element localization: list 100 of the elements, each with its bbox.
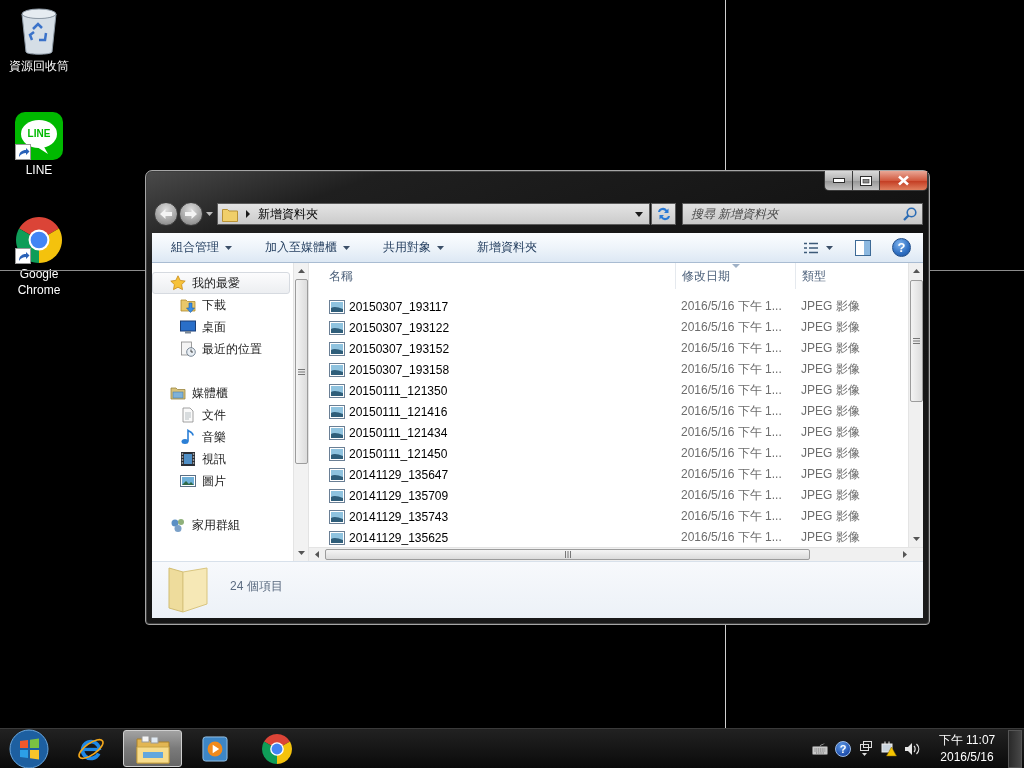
down-arrow-icon[interactable]	[912, 537, 920, 541]
file-name[interactable]: 20150111_121434	[349, 425, 448, 440]
type-cell: JPEG 影像	[801, 319, 860, 336]
date-cell-text: 2016/5/16 下午 1...	[681, 382, 783, 399]
toolbar-button[interactable]: 新增資料夾	[468, 235, 546, 260]
image-file-icon	[329, 404, 345, 419]
image-file-icon	[329, 362, 345, 377]
nav-item[interactable]: 家用群組	[152, 514, 290, 536]
nav-item[interactable]: 圖片	[152, 470, 290, 492]
file-name[interactable]: 20141129_135625	[349, 530, 449, 545]
date-cell-text: 2016/5/16 下午 1...	[681, 445, 783, 462]
type-cell: JPEG 影像	[801, 508, 860, 525]
type-cell: JPEG 影像	[801, 403, 860, 420]
chevron-icon[interactable]	[246, 210, 250, 218]
windows-stack-icon[interactable]	[858, 740, 874, 757]
desktop-icon-label[interactable]: LINE	[1, 162, 77, 178]
nav-item[interactable]: 音樂	[152, 426, 290, 448]
type-cell: JPEG 影像	[801, 340, 860, 357]
file-name[interactable]: 20141129_135647	[349, 467, 449, 482]
monitor-icon	[180, 319, 196, 335]
file-name[interactable]: 20150307_193152	[349, 341, 450, 356]
scrollbar-thumb[interactable]	[909, 280, 923, 402]
refresh-icon	[655, 206, 672, 222]
image-file-icon	[329, 299, 345, 314]
folder-icon	[222, 206, 238, 222]
file-name[interactable]: 20141129_135743	[349, 509, 449, 524]
nav-item[interactable]: 我的最愛	[152, 272, 290, 294]
maximize-icon	[860, 175, 872, 186]
file-name[interactable]: 20150307_193122	[349, 320, 450, 335]
toolbar-button[interactable]: 組合管理	[162, 235, 241, 260]
document-clock-icon	[180, 341, 196, 357]
desktop-icon-label[interactable]: 資源回收筒	[1, 58, 77, 74]
refresh-button[interactable]	[651, 203, 676, 225]
logo-text: LINE	[26, 128, 52, 140]
desktop-icon-label[interactable]: Google Chrome	[1, 266, 77, 298]
file-name[interactable]: 20141129_135709	[349, 488, 449, 503]
date-cell-text: 2016/5/16 下午 1...	[681, 340, 783, 357]
breadcrumb-item[interactable]: 新增資料夾	[258, 205, 318, 223]
nav-item[interactable]: 最近的位置	[152, 338, 290, 360]
scrollbar[interactable]	[309, 547, 923, 561]
film-strip-icon	[180, 451, 196, 467]
scrollbar-thumb[interactable]	[294, 279, 308, 464]
help-button[interactable]: ?	[835, 740, 851, 757]
image-file-icon	[329, 383, 345, 398]
image-file-icon	[329, 467, 345, 482]
caret-icon	[826, 245, 833, 250]
date-cell-text: 2016/5/16 下午 1...	[681, 403, 783, 420]
caret-icon	[437, 245, 444, 250]
file-name[interactable]: 20150111_121450	[349, 446, 448, 461]
file-name[interactable]: 20150111_121416	[349, 404, 448, 419]
up-arrow-icon[interactable]	[912, 269, 920, 273]
nav-item[interactable]: 媒體櫃	[152, 382, 290, 404]
forward-button[interactable]	[179, 202, 203, 226]
close-button[interactable]	[880, 171, 928, 191]
image-file-icon	[329, 425, 345, 440]
network-warning-icon[interactable]	[881, 740, 897, 757]
folder-icon	[168, 567, 208, 613]
right-arrow-icon	[185, 209, 197, 219]
nav-item[interactable]: 下載	[152, 294, 290, 316]
date-cell-text: 2016/5/16 下午 1...	[681, 508, 783, 525]
keyboard-icon[interactable]	[812, 742, 828, 755]
recycle-bin-icon[interactable]	[21, 8, 57, 56]
file-name[interactable]: 20150307_193117	[349, 299, 449, 314]
clock-date[interactable]: 2016/5/16	[940, 748, 994, 766]
grip-icon	[297, 368, 305, 375]
grip-icon	[912, 338, 920, 344]
type-cell: JPEG 影像	[801, 529, 860, 546]
search-icon[interactable]	[903, 207, 917, 221]
picture-icon	[180, 473, 196, 489]
file-name[interactable]: 20150111_121350	[349, 383, 448, 398]
back-button[interactable]	[154, 202, 178, 226]
search-field[interactable]: 搜尋 新增資料夾	[682, 203, 923, 225]
media-play-icon	[201, 735, 228, 762]
clock-time[interactable]: 下午 11:07	[938, 731, 996, 749]
nav-item[interactable]: 桌面	[152, 316, 290, 338]
type-cell: JPEG 影像	[801, 361, 860, 378]
up-arrow-icon[interactable]	[297, 269, 305, 273]
scrollbar[interactable]	[908, 263, 923, 547]
scrollbar-thumb[interactable]	[325, 549, 810, 560]
item-count: 24 個項目	[230, 578, 283, 595]
right-arrow-icon[interactable]	[903, 551, 907, 558]
toolbar-button[interactable]: 共用對象	[374, 235, 453, 260]
date-cell-text: 2016/5/16 下午 1...	[681, 361, 783, 378]
nav-item[interactable]: 視訊	[152, 448, 290, 470]
caret-icon[interactable]	[206, 212, 213, 216]
maximize-button[interactable]	[853, 171, 880, 191]
minimize-button[interactable]	[824, 171, 853, 191]
left-arrow-icon[interactable]	[315, 551, 319, 558]
down-arrow-icon[interactable]	[297, 551, 305, 555]
grip-icon	[564, 551, 571, 558]
scrollbar[interactable]	[293, 263, 308, 561]
file-name[interactable]: 20150307_193158	[349, 362, 450, 377]
address-bar[interactable]: 新增資料夾	[217, 203, 650, 225]
caret-icon[interactable]	[635, 211, 643, 217]
toolbar-button[interactable]: 加入至媒體櫃	[256, 235, 359, 260]
three-circles-icon	[170, 517, 186, 533]
image-file-icon	[329, 509, 345, 524]
star-icon	[170, 275, 186, 291]
close-icon	[897, 175, 910, 186]
nav-item[interactable]: 文件	[152, 404, 290, 426]
